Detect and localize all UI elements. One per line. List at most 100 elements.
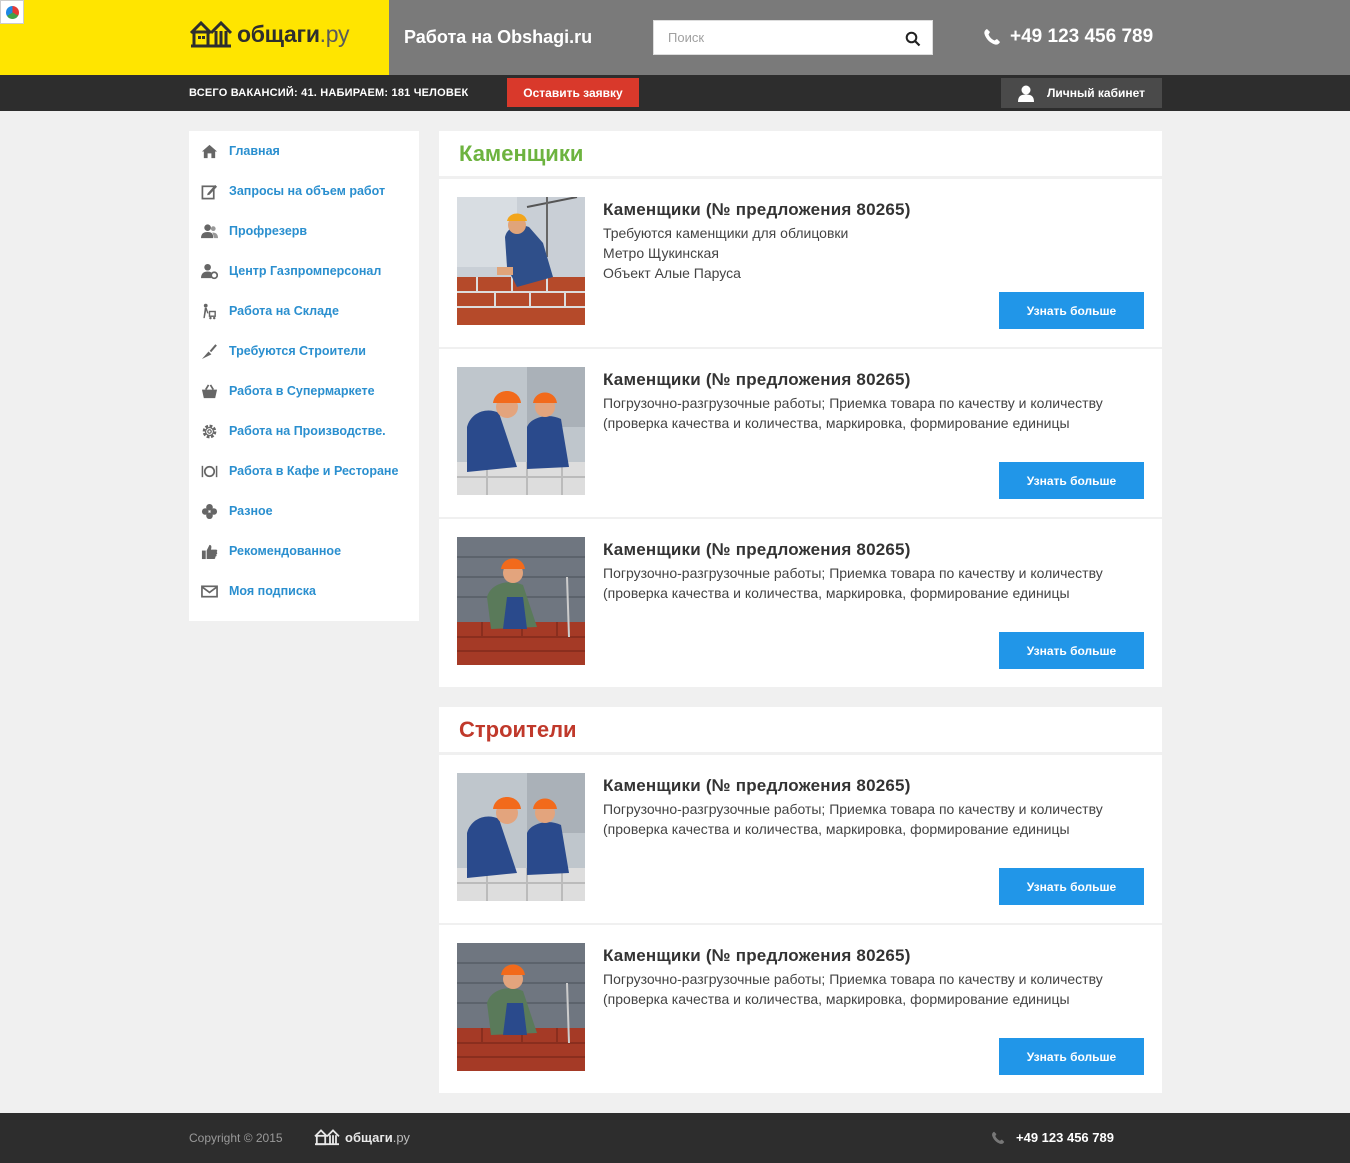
section-header-masons: Каменщики bbox=[439, 131, 1162, 176]
envelope-icon bbox=[200, 582, 218, 600]
learn-more-button[interactable]: Узнать больше bbox=[999, 462, 1144, 499]
logo-name: общаги bbox=[237, 20, 320, 47]
header-phone-number: +49 123 456 789 bbox=[1010, 26, 1154, 47]
sidebar-item-profreserv[interactable]: Профрезерв bbox=[189, 211, 419, 251]
vacancy-photo[interactable] bbox=[457, 197, 585, 325]
sidebar-item-label: Работа на Производстве. bbox=[229, 424, 386, 438]
sidebar-item-label: Запросы на объем работ bbox=[229, 184, 386, 198]
learn-more-button[interactable]: Узнать больше bbox=[999, 292, 1144, 329]
info-strip: Всего вакансий: 41. Набираем: 181 челове… bbox=[0, 75, 1350, 111]
vacancy-title[interactable]: Каменщики (№ предложения 80265) bbox=[603, 776, 911, 796]
house-logo-icon bbox=[189, 20, 233, 48]
sidebar-item-label: Работа в Кафе и Ресторане bbox=[229, 464, 399, 478]
vacancy-description-line: Требуются каменщики для облицовки bbox=[603, 225, 849, 241]
phone-icon bbox=[992, 1131, 1005, 1144]
phone-icon bbox=[984, 29, 1000, 45]
sidebar-item-label: Работа в Супермаркете bbox=[229, 384, 375, 398]
sidebar-item-label: Требуются Строители bbox=[229, 344, 366, 358]
sidebar-item-production[interactable]: Работа на Производстве. bbox=[189, 411, 419, 451]
vacancy-description-line: Погрузочно-разгрузочные работы; Приемка … bbox=[603, 565, 1103, 601]
forklift-icon bbox=[200, 302, 218, 320]
sidebar-item-warehouse[interactable]: Работа на Складе bbox=[189, 291, 419, 331]
color-wheel-icon bbox=[6, 6, 19, 19]
sidebar-item-home[interactable]: Главная bbox=[189, 131, 419, 171]
apply-button[interactable]: Оставить заявку bbox=[507, 78, 639, 107]
sidebar-item-supermarket[interactable]: Работа в Супермаркете bbox=[189, 371, 419, 411]
sidebar-item-label: Работа на Складе bbox=[229, 304, 339, 318]
cog-icon bbox=[200, 422, 218, 440]
sidebar-item-cafe[interactable]: Работа в Кафе и Ресторане bbox=[189, 451, 419, 491]
section-header-builders: Строители bbox=[439, 707, 1162, 752]
vacancy-title[interactable]: Каменщики (№ предложения 80265) bbox=[603, 200, 911, 220]
plate-icon bbox=[200, 462, 218, 480]
vacancy-card: Каменщики (№ предложения 80265) Погрузоч… bbox=[439, 349, 1162, 517]
section-title: Каменщики bbox=[459, 141, 584, 166]
home-icon bbox=[200, 142, 218, 160]
vacancy-description-line: Погрузочно-разгрузочные работы; Приемка … bbox=[603, 801, 1103, 837]
vacancy-description: Погрузочно-разгрузочные работы; Приемка … bbox=[603, 799, 1148, 839]
vacancy-photo[interactable] bbox=[457, 773, 585, 901]
learn-more-button[interactable]: Узнать больше bbox=[999, 632, 1144, 669]
footer-phone[interactable]: +49 123 456 789 bbox=[991, 1130, 1114, 1145]
sidebar-item-recommended[interactable]: Рекомендованное bbox=[189, 531, 419, 571]
sidebar-item-misc[interactable]: Разное bbox=[189, 491, 419, 531]
vacancy-photo[interactable] bbox=[457, 943, 585, 1071]
vacancy-count: Всего вакансий: 41. Набираем: 181 челове… bbox=[189, 87, 469, 99]
copyright: Copyright © 2015 bbox=[189, 1131, 283, 1145]
vacancy-description-line: Объект Алые Паруса bbox=[603, 265, 741, 281]
users-icon bbox=[200, 222, 218, 240]
vacancy-description-line: Погрузочно-разгрузочные работы; Приемка … bbox=[603, 971, 1103, 1007]
footer-logo-name: общаги bbox=[345, 1129, 393, 1145]
vacancy-description: Требуются каменщики для облицовки Метро … bbox=[603, 223, 1148, 283]
vacancy-title[interactable]: Каменщики (№ предложения 80265) bbox=[603, 946, 911, 966]
clover-icon bbox=[200, 502, 218, 520]
sidebar-item-work-requests[interactable]: Запросы на объем работ bbox=[189, 171, 419, 211]
vacancy-card: Каменщики (№ предложения 80265) Требуютс… bbox=[439, 179, 1162, 347]
vacancy-photo[interactable] bbox=[457, 367, 585, 495]
house-logo-icon bbox=[314, 1129, 340, 1146]
user-icon bbox=[1017, 85, 1034, 102]
basket-icon bbox=[200, 382, 218, 400]
vacancy-title[interactable]: Каменщики (№ предложения 80265) bbox=[603, 540, 911, 560]
site-title: Работа на Obshagi.ru bbox=[404, 27, 593, 47]
footer-logo-text: общаги.ру bbox=[345, 1130, 410, 1145]
vacancy-description-line: Метро Щукинская bbox=[603, 245, 719, 261]
sidebar-item-label: Профрезерв bbox=[229, 224, 308, 238]
top-header: общаги.ру Работа на Obshagi.ru +49 123 4… bbox=[0, 0, 1350, 75]
vacancy-title[interactable]: Каменщики (№ предложения 80265) bbox=[603, 370, 911, 390]
section-title: Строители bbox=[459, 717, 577, 742]
sidebar-item-label: Рекомендованное bbox=[229, 544, 342, 558]
sidebar-item-label: Разное bbox=[229, 504, 273, 518]
vacancy-card: Каменщики (№ предложения 80265) Погрузоч… bbox=[439, 755, 1162, 923]
sidebar-item-label: Моя подписка bbox=[229, 584, 316, 598]
thumbs-up-icon bbox=[200, 542, 218, 560]
learn-more-button[interactable]: Узнать больше bbox=[999, 868, 1144, 905]
page-footer: Copyright © 2015 общаги.ру +49 123 456 7… bbox=[0, 1113, 1350, 1163]
trowel-icon bbox=[200, 342, 218, 360]
personal-cabinet-button[interactable]: Личный кабинет bbox=[1001, 78, 1162, 108]
vacancy-description: Погрузочно-разгрузочные работы; Приемка … bbox=[603, 393, 1148, 433]
edit-icon bbox=[200, 182, 218, 200]
search-icon[interactable] bbox=[905, 31, 921, 47]
vacancy-description: Погрузочно-разгрузочные работы; Приемка … bbox=[603, 969, 1148, 1009]
learn-more-button[interactable]: Узнать больше bbox=[999, 1038, 1144, 1075]
person-gear-icon bbox=[200, 262, 218, 280]
vacancy-card: Каменщики (№ предложения 80265) Погрузоч… bbox=[439, 519, 1162, 687]
logo-text: общаги.ру bbox=[237, 21, 349, 48]
vacancy-description: Погрузочно-разгрузочные работы; Приемка … bbox=[603, 563, 1148, 603]
site-logo[interactable]: общаги.ру bbox=[189, 17, 349, 51]
vacancy-card: Каменщики (№ предложения 80265) Погрузоч… bbox=[439, 925, 1162, 1093]
footer-logo[interactable]: общаги.ру bbox=[313, 1128, 410, 1146]
search-box bbox=[653, 20, 933, 55]
vacancy-photo[interactable] bbox=[457, 537, 585, 665]
header-phone[interactable]: +49 123 456 789 bbox=[983, 26, 1153, 48]
sidebar-item-subscription[interactable]: Моя подписка bbox=[189, 571, 419, 611]
footer-logo-tld: .ру bbox=[392, 1129, 410, 1145]
sidebar-item-builders[interactable]: Требуются Строители bbox=[189, 331, 419, 371]
browser-extension-icon[interactable] bbox=[0, 0, 24, 24]
vacancy-description-line: Погрузочно-разгрузочные работы; Приемка … bbox=[603, 395, 1103, 431]
sidebar-item-gazprom[interactable]: Центр Газпромперсонал bbox=[189, 251, 419, 291]
logo-tld: .ру bbox=[319, 20, 350, 47]
search-input[interactable] bbox=[654, 21, 894, 54]
sidebar-item-label: Центр Газпромперсонал bbox=[229, 264, 382, 278]
